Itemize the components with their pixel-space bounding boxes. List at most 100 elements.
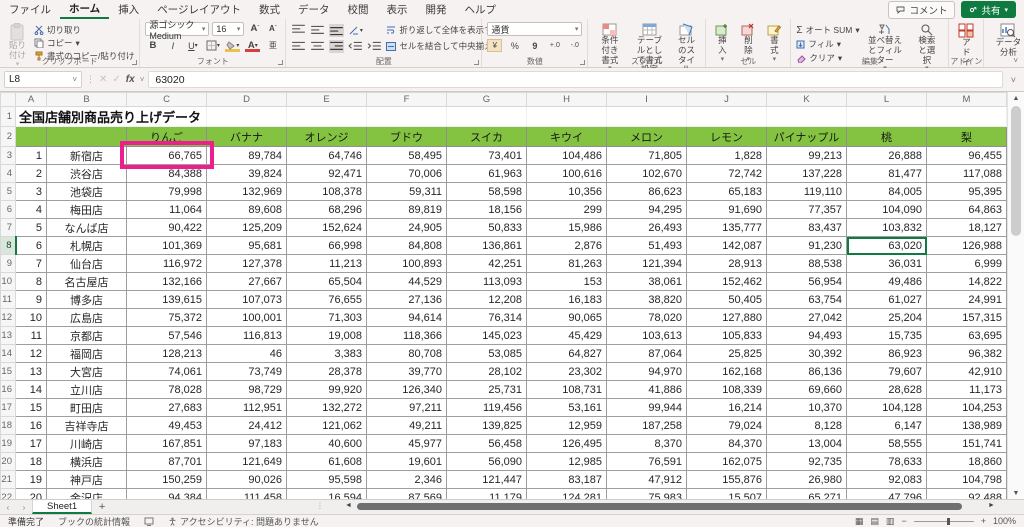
column-header-B[interactable]: B	[47, 93, 127, 107]
cell-I21[interactable]: 47,912	[607, 471, 687, 489]
orientation-button[interactable]: ▾	[348, 24, 363, 37]
vertical-scrollbar[interactable]: ▲ ▼	[1007, 92, 1024, 499]
cell-D1[interactable]	[207, 107, 287, 127]
cell-A18[interactable]: 16	[16, 417, 47, 435]
cell-F17[interactable]: 97,211	[367, 399, 447, 417]
cell-F12[interactable]: 94,614	[367, 309, 447, 327]
cell-G17[interactable]: 119,456	[447, 399, 527, 417]
product-header-J2[interactable]: レモン	[687, 127, 767, 147]
cell-E20[interactable]: 61,608	[287, 453, 367, 471]
cell-A7[interactable]: 5	[16, 219, 47, 237]
align-right-icon[interactable]	[329, 40, 344, 53]
cell-F10[interactable]: 44,529	[367, 273, 447, 291]
phonetic-guide-button[interactable]: 亜	[265, 39, 280, 52]
font-size-combo[interactable]: 16 ▾	[212, 22, 244, 36]
cell-E7[interactable]: 152,624	[287, 219, 367, 237]
add-sheet-button[interactable]: +	[92, 500, 112, 514]
number-dialog-launcher[interactable]	[580, 60, 585, 65]
cell-E11[interactable]: 76,655	[287, 291, 367, 309]
expand-formula-bar-icon[interactable]: ˅	[1007, 75, 1020, 85]
cell-M20[interactable]: 18,860	[927, 453, 1007, 471]
cell-E3[interactable]: 64,746	[287, 147, 367, 165]
increase-decimal-button[interactable]: +.0	[547, 39, 562, 52]
cell-A2[interactable]	[16, 127, 47, 147]
cell-A13[interactable]: 11	[16, 327, 47, 345]
cell-E4[interactable]: 92,471	[287, 165, 367, 183]
row-header-10[interactable]: 10	[1, 273, 16, 291]
cell-M1[interactable]	[927, 107, 1007, 127]
cell-J7[interactable]: 135,777	[687, 219, 767, 237]
cell-F11[interactable]: 27,136	[367, 291, 447, 309]
product-header-K2[interactable]: パイナップル	[767, 127, 847, 147]
active-cell-L8[interactable]: 63,020	[847, 237, 927, 255]
cell-K19[interactable]: 13,004	[767, 435, 847, 453]
cell-D19[interactable]: 97,183	[207, 435, 287, 453]
cell-D17[interactable]: 112,951	[207, 399, 287, 417]
sheet-nav-right-icon[interactable]: ›	[16, 500, 32, 514]
cell-B13[interactable]: 京都店	[47, 327, 127, 345]
row-header-6[interactable]: 6	[1, 201, 16, 219]
cell-J9[interactable]: 28,913	[687, 255, 767, 273]
cell-M15[interactable]: 42,910	[927, 363, 1007, 381]
copy-button[interactable]: コピー ▾	[34, 37, 134, 49]
cell-G15[interactable]: 28,102	[447, 363, 527, 381]
cell-L19[interactable]: 58,555	[847, 435, 927, 453]
column-header-F[interactable]: F	[367, 93, 447, 107]
column-header-A[interactable]: A	[16, 93, 47, 107]
row-header-11[interactable]: 11	[1, 291, 16, 309]
row-header-3[interactable]: 3	[1, 147, 16, 165]
product-header-G2[interactable]: スイカ	[447, 127, 527, 147]
ribbon-tab-0[interactable]: ファイル	[0, 0, 60, 19]
cell-M5[interactable]: 95,395	[927, 183, 1007, 201]
cell-E16[interactable]: 99,920	[287, 381, 367, 399]
cell-K17[interactable]: 10,370	[767, 399, 847, 417]
ribbon-tab-2[interactable]: 挿入	[109, 0, 148, 19]
cell-E18[interactable]: 121,062	[287, 417, 367, 435]
align-middle-icon[interactable]	[310, 24, 325, 37]
cell-G11[interactable]: 12,208	[447, 291, 527, 309]
cell-H11[interactable]: 16,183	[527, 291, 607, 309]
ribbon-tab-5[interactable]: データ	[289, 0, 339, 19]
decrease-indent-icon[interactable]	[348, 40, 363, 53]
cell-G16[interactable]: 25,731	[447, 381, 527, 399]
cell-C22[interactable]: 94,384	[127, 489, 207, 500]
collapse-ribbon-icon[interactable]: ˅	[1013, 56, 1018, 65]
cell-D20[interactable]: 121,649	[207, 453, 287, 471]
cell-I10[interactable]: 38,061	[607, 273, 687, 291]
cell-B19[interactable]: 川崎店	[47, 435, 127, 453]
cell-E10[interactable]: 65,504	[287, 273, 367, 291]
share-button[interactable]: 共有 ▾	[961, 1, 1016, 18]
cell-B21[interactable]: 神戸店	[47, 471, 127, 489]
cell-K12[interactable]: 27,042	[767, 309, 847, 327]
cell-A6[interactable]: 4	[16, 201, 47, 219]
cell-E13[interactable]: 19,008	[287, 327, 367, 345]
underline-button[interactable]: U▾	[185, 39, 200, 52]
accessibility-status[interactable]: アクセシビリティ: 問題ありません	[168, 515, 319, 527]
cell-D7[interactable]: 125,209	[207, 219, 287, 237]
cell-M9[interactable]: 6,999	[927, 255, 1007, 273]
cell-I19[interactable]: 8,370	[607, 435, 687, 453]
row-header-20[interactable]: 20	[1, 453, 16, 471]
cell-A5[interactable]: 3	[16, 183, 47, 201]
column-header-D[interactable]: D	[207, 93, 287, 107]
cell-A16[interactable]: 14	[16, 381, 47, 399]
cut-button[interactable]: 切り取り	[34, 24, 134, 36]
scrollbar-splitter-icon[interactable]: ⋮	[316, 501, 324, 510]
ribbon-tab-1[interactable]: ホーム	[60, 0, 109, 19]
ribbon-tab-6[interactable]: 校閲	[338, 0, 377, 19]
cell-G21[interactable]: 121,447	[447, 471, 527, 489]
cell-M6[interactable]: 64,863	[927, 201, 1007, 219]
cancel-button[interactable]: ✕	[99, 74, 107, 85]
cell-H13[interactable]: 45,429	[527, 327, 607, 345]
cell-G5[interactable]: 58,598	[447, 183, 527, 201]
cell-G22[interactable]: 11,179	[447, 489, 527, 500]
cell-L17[interactable]: 104,128	[847, 399, 927, 417]
column-header-C[interactable]: C	[127, 93, 207, 107]
row-header-22[interactable]: 22	[1, 489, 16, 500]
cell-H8[interactable]: 2,876	[527, 237, 607, 255]
cell-D10[interactable]: 27,667	[207, 273, 287, 291]
cell-G10[interactable]: 113,093	[447, 273, 527, 291]
cell-C16[interactable]: 78,028	[127, 381, 207, 399]
cell-E8[interactable]: 66,998	[287, 237, 367, 255]
cell-I5[interactable]: 86,623	[607, 183, 687, 201]
